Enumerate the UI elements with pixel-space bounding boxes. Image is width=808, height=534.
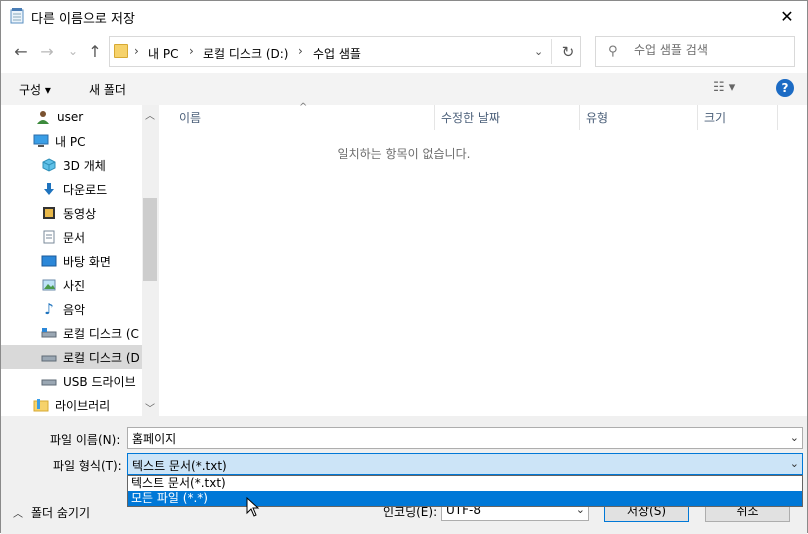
organize-button[interactable]: 구성 ▾ — [19, 81, 51, 98]
command-bar: 구성 ▾ 새 폴더 ☷ ▾ ? — [1, 73, 807, 105]
desktop-icon — [41, 253, 57, 269]
filetype-dropdown-list: 텍스트 문서(*.txt) 모든 파일 (*.*) — [127, 475, 803, 507]
usb-drive-icon — [41, 373, 57, 389]
notepad-icon — [10, 8, 24, 24]
up-button[interactable]: ↑ — [85, 41, 105, 61]
chevron-down-icon[interactable]: ⌄ — [790, 457, 799, 470]
sidebar-item-label: 로컬 디스크 (D — [63, 350, 140, 365]
search-input[interactable] — [634, 43, 784, 57]
sidebar-item-usb-drive[interactable]: USB 드라이브 — [1, 369, 142, 393]
filename-field[interactable]: ⌄ — [127, 427, 803, 449]
mouse-pointer-icon — [246, 497, 260, 517]
sidebar-item-downloads[interactable]: 다운로드 — [1, 177, 142, 201]
folder-icon — [114, 44, 128, 58]
filetype-option-txt[interactable]: 텍스트 문서(*.txt) — [128, 476, 802, 491]
breadcrumb-separator: › — [134, 44, 139, 58]
hide-folders-button[interactable]: ︿ 폴더 숨기기 — [13, 504, 90, 521]
computer-icon — [33, 133, 49, 149]
sidebar-item-user[interactable]: user — [1, 105, 142, 129]
sidebar-item-libraries[interactable]: 라이브러리 — [1, 393, 142, 416]
sidebar-item-desktop[interactable]: 바탕 화면 — [1, 249, 142, 273]
sidebar-item-local-disk-c[interactable]: 로컬 디스크 (C — [1, 321, 142, 345]
user-icon — [35, 109, 51, 125]
video-icon — [41, 205, 57, 221]
breadcrumb-local-disk-d[interactable]: 로컬 디스크 (D:) — [203, 45, 288, 62]
scroll-up-icon[interactable]: ︿ — [145, 107, 155, 122]
search-icon: ⚲ — [608, 44, 618, 59]
sidebar-item-pictures[interactable]: 사진 — [1, 273, 142, 297]
window-title: 다른 이름으로 저장 — [31, 12, 135, 27]
sidebar-item-3d-objects[interactable]: 3D 개체 — [1, 153, 142, 177]
drive-icon — [41, 349, 57, 365]
download-icon — [41, 181, 57, 197]
breadcrumb-separator: › — [189, 44, 194, 58]
new-folder-button[interactable]: 새 폴더 — [89, 81, 126, 98]
chevron-up-icon: ︿ — [13, 509, 23, 520]
sidebar-item-my-pc[interactable]: 내 PC — [1, 129, 142, 153]
navigation-pane: user 내 PC 3D 개체 다운로드 동영상 문서 바탕 화면 사진 ♪ 음… — [1, 105, 158, 416]
scrollbar-thumb[interactable] — [143, 198, 157, 281]
column-header-type[interactable]: 유형 — [580, 105, 698, 130]
drive-icon — [41, 325, 57, 341]
save-as-dialog: 다른 이름으로 저장 ✕ ← → ⌄ ↑ › 내 PC › 로컬 디스크 (D:… — [0, 0, 808, 534]
title-bar: 다른 이름으로 저장 ✕ — [1, 1, 807, 31]
address-dropdown-icon[interactable]: ⌄ — [534, 45, 543, 58]
sidebar-item-label: 라이브러리 — [55, 398, 111, 413]
filetype-selected-value: 텍스트 문서(*.txt) — [132, 459, 227, 473]
hide-folders-label: 폴더 숨기기 — [31, 506, 91, 520]
breadcrumb-class-samples[interactable]: 수업 샘플 — [313, 45, 361, 62]
sidebar-scrollbar[interactable]: ︿ ﹀ — [142, 105, 158, 416]
breadcrumb-my-pc[interactable]: 내 PC — [148, 45, 178, 62]
view-options-icon[interactable]: ☷ ▾ — [713, 80, 735, 95]
library-icon — [33, 397, 49, 413]
sidebar-item-label: 음악 — [63, 302, 86, 317]
column-header-name[interactable]: 이름 — [173, 105, 435, 130]
sidebar-item-label: 3D 개체 — [63, 158, 106, 173]
sidebar-item-label: 바탕 화면 — [63, 254, 111, 269]
cube-icon — [41, 157, 57, 173]
back-button[interactable]: ← — [11, 41, 31, 61]
filename-label: 파일 이름(N): — [50, 433, 121, 447]
address-divider — [551, 39, 552, 64]
sidebar-item-music[interactable]: ♪ 음악 — [1, 297, 142, 321]
file-list: ^ 이름 수정한 날짜 유형 크기 일치하는 항목이 없습니다. — [158, 102, 807, 416]
close-button[interactable]: ✕ — [767, 1, 807, 31]
sidebar-item-label: 문서 — [63, 230, 86, 245]
chevron-down-icon[interactable]: ⌄ — [790, 431, 799, 444]
document-icon — [41, 229, 57, 245]
filetype-option-all-files[interactable]: 모든 파일 (*.*) — [128, 491, 802, 506]
filename-input[interactable] — [132, 431, 772, 445]
sidebar-item-local-disk-d[interactable]: 로컬 디스크 (D — [1, 345, 142, 369]
navigation-bar: ← → ⌄ ↑ › 내 PC › 로컬 디스크 (D:) › 수업 샘플 ⌄ ↻… — [1, 33, 807, 71]
music-icon: ♪ — [44, 300, 54, 318]
help-icon[interactable]: ? — [776, 79, 794, 97]
breadcrumb-separator: › — [298, 44, 303, 58]
sidebar-item-label: 동영상 — [63, 206, 97, 221]
picture-icon — [41, 277, 57, 293]
scroll-down-icon[interactable]: ﹀ — [145, 400, 155, 415]
filetype-label: 파일 형식(T): — [53, 459, 122, 473]
sidebar-item-label: 내 PC — [55, 134, 86, 149]
column-header-size[interactable]: 크기 — [698, 105, 778, 130]
sidebar-item-label: user — [57, 110, 84, 124]
sidebar-item-documents[interactable]: 문서 — [1, 225, 142, 249]
column-header-date-modified[interactable]: 수정한 날짜 — [435, 105, 580, 130]
recent-locations-button[interactable]: ⌄ — [63, 41, 83, 61]
address-bar[interactable]: › 내 PC › 로컬 디스크 (D:) › 수업 샘플 ⌄ ↻ — [109, 36, 581, 67]
sidebar-item-videos[interactable]: 동영상 — [1, 201, 142, 225]
empty-list-message: 일치하는 항목이 없습니다. — [337, 147, 471, 161]
search-box[interactable]: ⚲ — [595, 36, 795, 67]
sidebar-item-label: 사진 — [63, 278, 86, 293]
refresh-button[interactable]: ↻ — [557, 41, 579, 63]
sidebar-item-label: 다운로드 — [63, 182, 108, 197]
sidebar-item-label: USB 드라이브 — [63, 374, 136, 389]
forward-button[interactable]: → — [37, 41, 57, 61]
filetype-select[interactable]: 텍스트 문서(*.txt) ⌄ — [127, 453, 803, 475]
sidebar-item-label: 로컬 디스크 (C — [63, 326, 139, 341]
